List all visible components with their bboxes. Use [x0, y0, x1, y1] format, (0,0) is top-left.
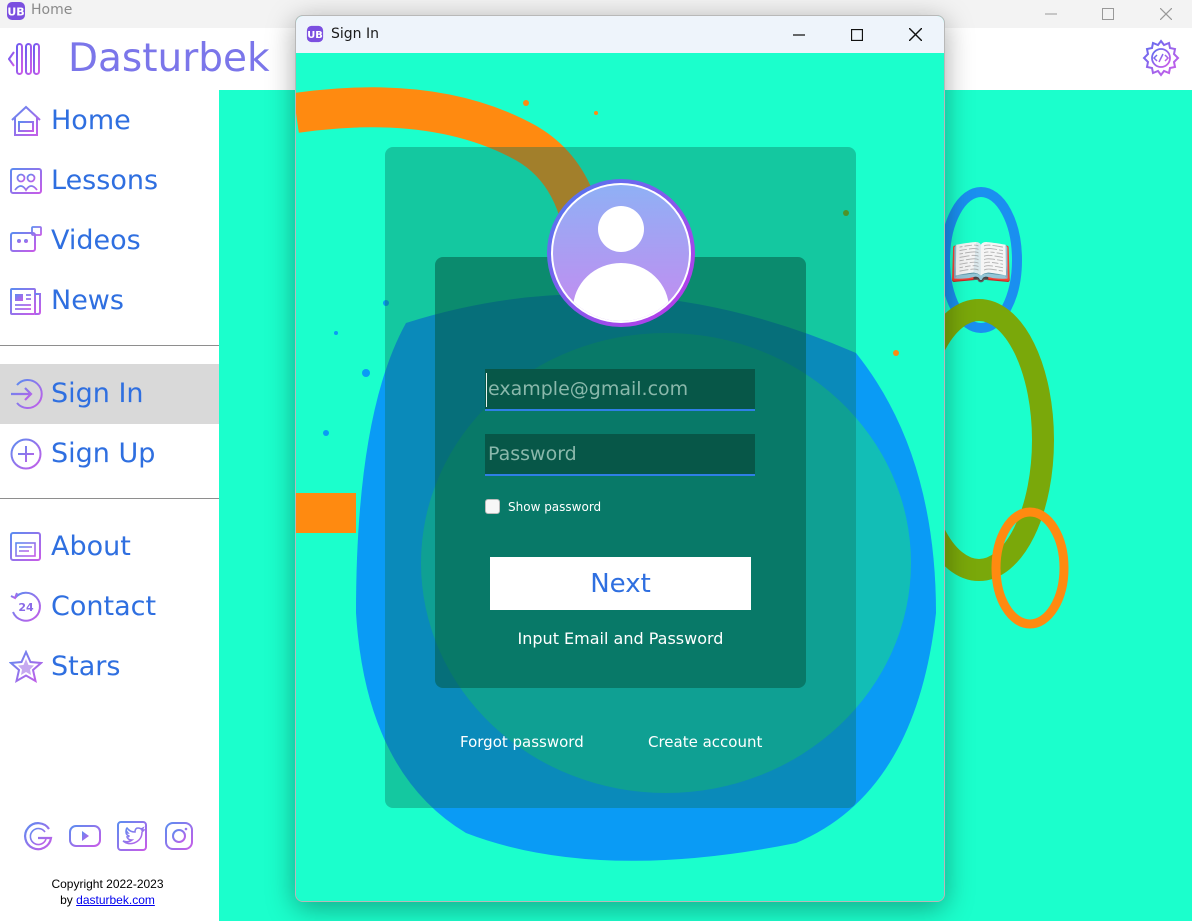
contact-24-icon: 24: [10, 591, 41, 622]
sidebar-item-label: Videos: [51, 225, 141, 256]
show-password-toggle[interactable]: Show password: [485, 499, 601, 514]
signin-window: UB Sign In example@gmail.com Password Sh…: [295, 15, 945, 902]
star-icon: [9, 650, 43, 684]
app-logo-icon: UB: [6, 1, 26, 25]
sidebar-item-home[interactable]: Home: [0, 91, 219, 151]
sidebar-item-sign-in[interactable]: Sign In: [0, 364, 219, 424]
sidebar-item-label: Home: [51, 105, 131, 136]
about-icon: [10, 532, 41, 561]
sign-up-icon: [10, 438, 42, 470]
website-link[interactable]: dasturbek.com: [76, 893, 155, 907]
sidebar-item-label: Sign In: [51, 378, 144, 409]
sidebar-item-lessons[interactable]: Lessons: [0, 151, 219, 211]
copyright-line: Copyright 2022-2023: [51, 877, 164, 891]
close-icon: [1160, 8, 1172, 20]
show-password-checkbox[interactable]: [485, 499, 500, 514]
google-icon[interactable]: [22, 820, 54, 852]
sidebar-item-about[interactable]: About: [0, 517, 219, 577]
signin-minimize-button[interactable]: [770, 16, 828, 53]
copyright-by: by dasturbek.com: [0, 892, 215, 908]
text-caret: [486, 373, 487, 407]
home-icon: [11, 105, 41, 136]
minimize-button[interactable]: [1022, 0, 1080, 28]
maximize-icon: [851, 28, 863, 41]
user-avatar-icon: [547, 179, 695, 327]
sidebar: Home Lessons Videos News Sign In Sign Up…: [0, 90, 219, 921]
app-logo-icon: UB: [306, 25, 324, 47]
sidebar-item-label: Stars: [51, 651, 121, 682]
copyright: Copyright 2022-2023 by dasturbek.com: [0, 876, 215, 908]
menu-toggle-icon[interactable]: [7, 42, 40, 80]
sidebar-item-sign-up[interactable]: Sign Up: [0, 424, 219, 484]
youtube-icon[interactable]: [68, 820, 102, 852]
settings-gear-icon[interactable]: [1142, 39, 1180, 81]
brand-title: Dasturbek: [68, 36, 270, 81]
email-placeholder: example@gmail.com: [488, 378, 689, 400]
sidebar-item-label: Sign Up: [51, 438, 156, 469]
main-window-title: Home: [31, 2, 73, 18]
forgot-password-link[interactable]: Forgot password: [460, 733, 584, 751]
book-icon: 📖: [949, 233, 1014, 293]
sidebar-item-label: About: [51, 531, 131, 562]
copyright-by-prefix: by: [60, 893, 73, 907]
sidebar-item-contact[interactable]: 24 Contact: [0, 577, 219, 637]
create-account-link[interactable]: Create account: [648, 733, 762, 751]
signin-body: example@gmail.com Password Show password…: [296, 53, 944, 901]
sidebar-item-label: News: [51, 285, 124, 316]
signin-window-title: Sign In: [331, 26, 379, 42]
instagram-icon[interactable]: [163, 820, 195, 852]
sign-in-icon: [11, 379, 43, 409]
videos-icon: [10, 226, 42, 256]
maximize-icon: [1102, 8, 1114, 20]
minimize-icon: [793, 33, 805, 36]
signin-close-button[interactable]: [886, 16, 944, 53]
close-icon: [908, 28, 922, 41]
password-field[interactable]: Password: [485, 434, 755, 476]
close-button[interactable]: [1137, 0, 1192, 28]
maximize-button[interactable]: [1079, 0, 1137, 28]
sidebar-item-news[interactable]: News: [0, 271, 219, 331]
svg-text:UB: UB: [7, 6, 24, 19]
app-root: UB Home Dasturbek Home Lessons Videos Ne…: [0, 0, 1192, 921]
signin-titlebar: UB Sign In: [296, 16, 944, 53]
news-icon: [10, 288, 41, 315]
signin-maximize-button[interactable]: [828, 16, 886, 53]
social-links: [22, 820, 197, 852]
svg-text:UB: UB: [307, 30, 323, 41]
svg-text:24: 24: [18, 601, 34, 614]
sidebar-item-label: Lessons: [51, 165, 159, 196]
next-button[interactable]: Next: [490, 557, 751, 610]
lessons-icon: [10, 168, 42, 194]
sidebar-divider: [0, 345, 219, 346]
sidebar-item-stars[interactable]: Stars: [0, 637, 219, 697]
minimize-icon: [1045, 13, 1057, 15]
show-password-label: Show password: [508, 499, 602, 514]
sidebar-divider: [0, 498, 219, 499]
email-field[interactable]: example@gmail.com: [485, 369, 755, 411]
password-placeholder: Password: [488, 443, 577, 465]
twitter-icon[interactable]: [116, 820, 148, 852]
status-message: Input Email and Password: [517, 629, 724, 648]
sidebar-item-videos[interactable]: Videos: [0, 211, 219, 271]
sidebar-item-label: Contact: [51, 591, 157, 622]
